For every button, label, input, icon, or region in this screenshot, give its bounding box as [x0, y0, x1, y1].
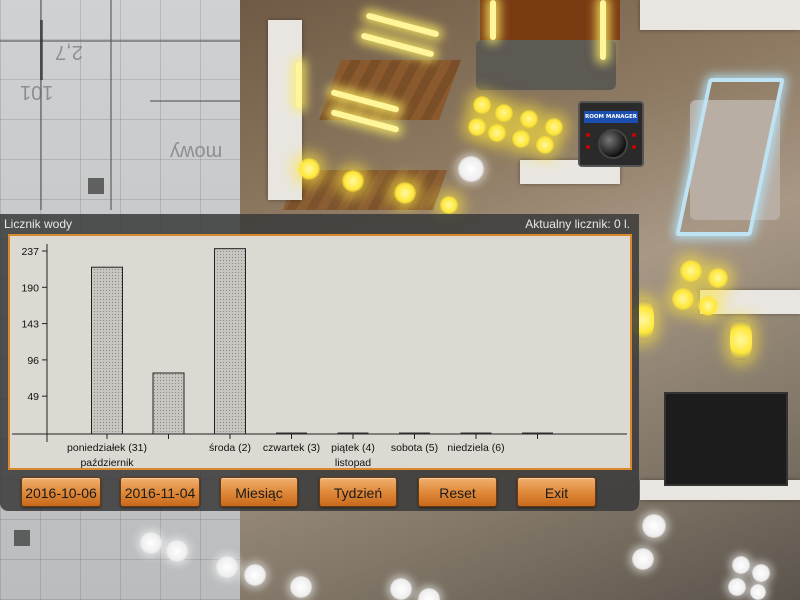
ceiling-light: [488, 124, 506, 142]
ceiling-light: [458, 156, 484, 182]
ceiling-light: [298, 158, 320, 180]
ceiling-light: [290, 576, 312, 598]
reset-button[interactable]: Reset: [418, 477, 497, 507]
exit-button[interactable]: Exit: [517, 477, 596, 507]
month-label: październik: [80, 457, 134, 468]
bar: [152, 372, 185, 435]
ceiling-light: [680, 260, 702, 282]
knob-icon: [598, 129, 628, 159]
x-tick-label: niedziela (6): [447, 442, 504, 454]
x-tick-label: czwartek (3): [263, 442, 320, 454]
ceiling-light: [730, 320, 752, 360]
y-tick-label: 143: [21, 319, 39, 331]
ceiling-light: [166, 540, 188, 562]
led-strip: [296, 62, 302, 108]
usage-chart: 49 96 143 190 237 poniedziałek (31) środa (2) c…: [8, 234, 632, 470]
ceiling-light: [732, 556, 750, 574]
ceiling-light: [728, 578, 746, 596]
ceiling-light: [140, 532, 162, 554]
ceiling-light: [752, 564, 770, 582]
ceiling-light: [495, 104, 513, 122]
ceiling-light: [708, 268, 728, 288]
ceiling-light: [632, 548, 654, 570]
wall: [268, 20, 302, 200]
week-button[interactable]: Tydzień: [319, 477, 397, 507]
ceiling-light: [216, 556, 238, 578]
ceiling-light: [394, 182, 416, 204]
ceiling-light: [750, 584, 766, 600]
end-date-button[interactable]: 2016-11-04: [120, 477, 200, 507]
bar: [214, 248, 246, 435]
ceiling-light: [473, 96, 491, 114]
ceiling-light: [342, 170, 364, 192]
x-tick-label: poniedziałek (31): [67, 442, 147, 454]
y-tick-label: 49: [27, 391, 39, 403]
current-counter: Aktualny licznik: 0 l.: [525, 217, 630, 231]
y-tick-label: 96: [27, 355, 39, 367]
bar: [91, 266, 123, 435]
led-strip: [490, 0, 496, 40]
ceiling-light: [698, 296, 718, 316]
led-strip: [600, 0, 606, 60]
chart-canvas: 49 96 143 190 237 poniedziałek (31) środa (2) c…: [12, 244, 627, 468]
ceiling-light: [672, 288, 694, 310]
room-manager-logo[interactable]: ROOM MANAGER: [578, 101, 644, 167]
ceiling-light: [468, 118, 486, 136]
y-tick-label: 237: [21, 246, 39, 258]
month-button[interactable]: Miesiąc: [220, 477, 298, 507]
x-tick-label: sobota (5): [391, 442, 438, 454]
ceiling-light: [536, 136, 554, 154]
ceiling-light: [440, 196, 458, 214]
water-meter-panel: Licznik wody Aktualny licznik: 0 l. 49 96…: [0, 214, 639, 511]
tv-screen: [664, 392, 788, 486]
wall: [640, 0, 800, 30]
ceiling-light: [390, 578, 412, 600]
ceiling-light: [244, 564, 266, 586]
start-date-button[interactable]: 2016-10-06: [21, 477, 101, 507]
x-tick-label: środa (2): [209, 442, 251, 454]
x-tick-label: piątek (4): [331, 442, 375, 454]
sofa: [476, 40, 616, 90]
ceiling-light: [520, 110, 538, 128]
ceiling-light: [642, 514, 666, 538]
panel-title: Licznik wody: [4, 217, 73, 231]
y-tick-label: 190: [21, 282, 39, 294]
logo-banner: ROOM MANAGER: [584, 111, 638, 123]
ceiling-light: [512, 130, 530, 148]
wall-panel: [480, 0, 620, 40]
month-label: listopad: [335, 457, 371, 468]
ceiling-light: [545, 118, 563, 136]
